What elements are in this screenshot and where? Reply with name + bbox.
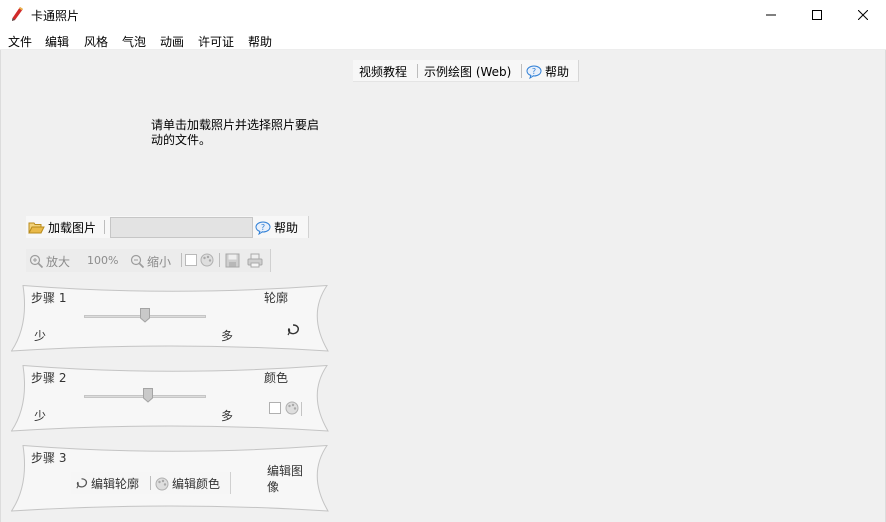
maximize-icon — [812, 10, 822, 20]
palette-button[interactable] — [200, 253, 214, 270]
image-path-field[interactable] — [110, 217, 253, 238]
zoom-toolbar: 放大 100% 缩小 — [26, 249, 271, 272]
palette-icon — [155, 477, 169, 490]
separator — [301, 402, 302, 416]
color-checkbox-icon[interactable] — [269, 402, 281, 414]
instruction-text: 请单击加载照片并选择照片要启动的文件。 — [151, 118, 320, 147]
outline-lasso-icon — [76, 478, 88, 489]
step2-more-label: 多 — [221, 409, 234, 423]
save-button[interactable] — [225, 253, 240, 271]
step2-panel: 步骤 2 颜色 少 多 — [11, 365, 329, 433]
top-help-link[interactable]: ? 帮助 — [526, 63, 569, 80]
title-bar: 卡通照片 — [0, 0, 886, 30]
window-title: 卡通照片 — [31, 9, 80, 23]
save-disk-icon — [225, 253, 240, 268]
menu-file[interactable]: 文件 — [8, 33, 32, 50]
close-button[interactable] — [840, 0, 886, 30]
menu-license[interactable]: 许可证 — [198, 33, 234, 50]
step3-title: 步骤 3 — [31, 451, 67, 465]
separator — [521, 64, 522, 78]
app-pencil-icon — [12, 7, 23, 21]
step1-title: 步骤 1 — [31, 291, 67, 305]
help-bubble-icon: ? — [526, 65, 542, 79]
separator — [181, 253, 182, 267]
load-help-label: 帮助 — [274, 221, 299, 235]
outline-lasso-icon[interactable] — [285, 322, 301, 338]
edit-outline-button[interactable]: 编辑轮廓 — [74, 475, 139, 492]
step1-more-label: 多 — [221, 329, 234, 343]
step1-slider-thumb[interactable] — [140, 308, 150, 323]
edit-color-button[interactable]: 编辑颜色 — [155, 475, 220, 492]
checkbox-icon — [185, 254, 197, 266]
menu-edit[interactable]: 编辑 — [45, 33, 69, 50]
zoom-out-label: 缩小 — [147, 255, 172, 269]
step3-name: 编辑图像 — [267, 464, 304, 494]
zoom-in-icon — [29, 254, 44, 269]
load-toolbar: 加载图片 ? 帮助 — [26, 216, 309, 238]
edit-color-label: 编辑颜色 — [172, 477, 221, 491]
minimize-button[interactable] — [748, 0, 794, 30]
load-image-label: 加载图片 — [48, 221, 97, 235]
close-icon — [858, 10, 868, 20]
step2-slider-thumb[interactable] — [143, 388, 153, 403]
maximize-button[interactable] — [794, 0, 840, 30]
color-checkbox[interactable] — [185, 254, 197, 269]
zoom-out-icon — [130, 254, 145, 269]
zoom-in-button[interactable]: 放大 — [29, 253, 70, 270]
step1-panel: 步骤 1 轮廓 少 多 — [11, 285, 329, 353]
minimize-icon — [766, 14, 776, 16]
top-help-label: 帮助 — [545, 65, 570, 79]
video-tutorial-link[interactable]: 视频教程 — [359, 63, 407, 80]
separator — [417, 64, 418, 78]
separator — [104, 220, 105, 234]
menu-help[interactable]: 帮助 — [248, 33, 272, 50]
step2-less-label: 少 — [34, 409, 47, 423]
top-links-bar: 视频教程 示例绘图 (Web) ? 帮助 — [353, 60, 579, 82]
sample-drawings-link[interactable]: 示例绘图 (Web) — [424, 63, 511, 80]
menu-animation[interactable]: 动画 — [160, 33, 184, 50]
printer-icon — [247, 253, 263, 268]
step1-name: 轮廓 — [264, 291, 289, 305]
menu-bubble[interactable]: 气泡 — [122, 33, 146, 50]
load-image-button[interactable]: 加载图片 — [28, 219, 96, 236]
zoom-out-button[interactable]: 缩小 — [130, 253, 171, 270]
load-help-button[interactable]: ? 帮助 — [255, 219, 298, 236]
palette-icon[interactable] — [285, 401, 299, 415]
zoom-in-label: 放大 — [46, 255, 71, 269]
separator — [219, 253, 220, 267]
help-bubble-icon: ? — [255, 221, 271, 235]
palette-icon — [200, 253, 214, 267]
edit-outline-label: 编辑轮廓 — [91, 477, 140, 491]
step3-edit-toolbar: 编辑轮廓 编辑颜色 — [71, 472, 231, 494]
step2-title: 步骤 2 — [31, 371, 67, 385]
menu-bar: 文件 编辑 风格 气泡 动画 许可证 帮助 — [0, 30, 886, 50]
step3-panel: 步骤 3 编辑图像 编辑轮廓 编辑颜色 — [11, 445, 329, 513]
step1-less-label: 少 — [34, 329, 47, 343]
folder-open-icon — [28, 222, 45, 233]
step2-name: 颜色 — [264, 371, 289, 385]
print-button[interactable] — [247, 253, 263, 271]
separator — [150, 476, 151, 490]
svg-text:?: ? — [261, 223, 265, 232]
svg-text:?: ? — [532, 67, 536, 76]
zoom-level: 100% — [87, 254, 119, 267]
menu-style[interactable]: 风格 — [84, 33, 108, 50]
